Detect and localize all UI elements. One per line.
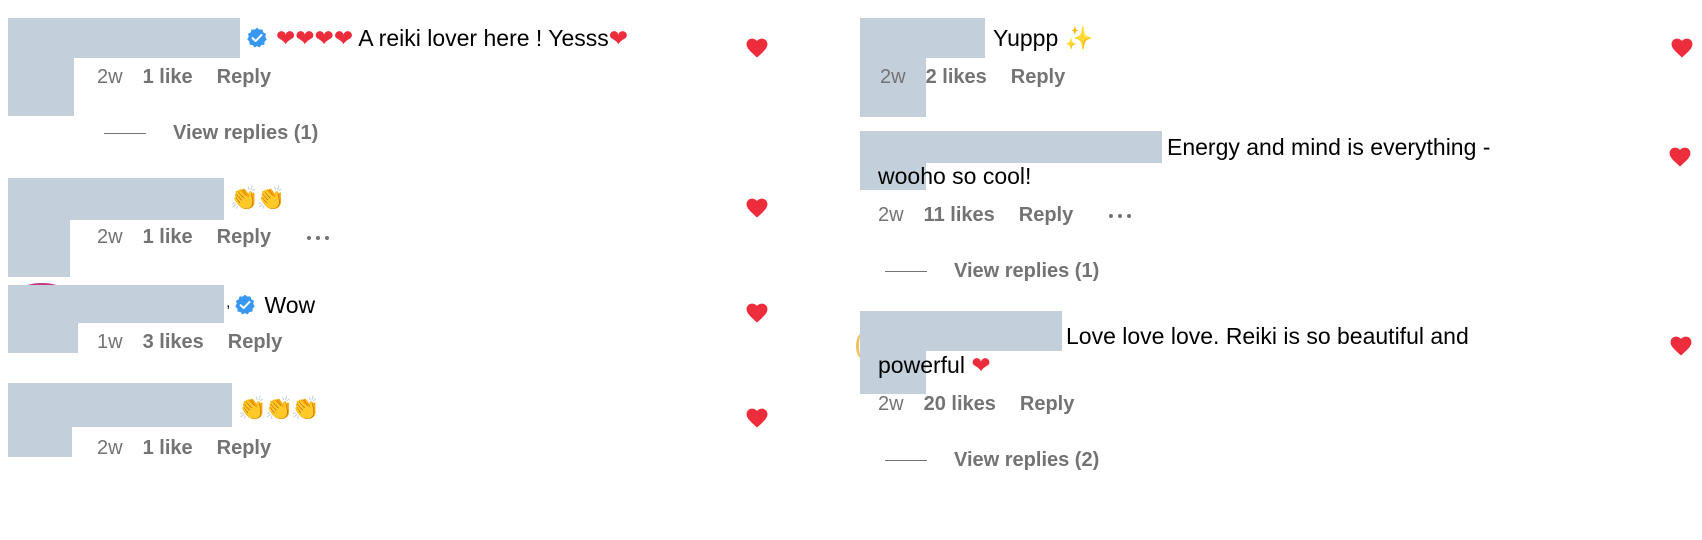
comment-timestamp: 2w (97, 437, 123, 459)
comment-item: Love love love. Reiki is so beautiful an… (856, 0, 1702, 490)
reply-button[interactable]: Reply (217, 437, 271, 460)
comment-meta: 2w 20 likes Reply (878, 393, 1110, 416)
heart-emoji: ❤ (971, 353, 991, 379)
divider-line (885, 460, 927, 461)
view-replies-label: View replies (2) (954, 449, 1100, 471)
comment-meta: 2w 1 like Reply (97, 437, 307, 460)
clapping-hands-emoji: 👏👏👏 (238, 396, 320, 422)
comment-text: Love love love. Reiki is so beautiful an… (1066, 320, 1469, 352)
likes-count[interactable]: 20 likes (924, 393, 996, 416)
redacted-username-avatar (8, 383, 232, 427)
redacted-username-avatar (860, 311, 1062, 351)
comments-column-left: ❤❤❤❤ A reiki lover here ! Yesss❤ 2w 1 li… (0, 0, 851, 540)
comment-timestamp: 2w (878, 393, 904, 415)
comment-text-continued: powerful ❤ (878, 349, 991, 382)
heart-icon[interactable] (1670, 336, 1692, 356)
comment-item: 👏👏👏 2w 1 like Reply (0, 0, 851, 480)
comment-body: powerful (878, 352, 965, 378)
likes-count[interactable]: 1 like (143, 437, 193, 460)
reply-button[interactable]: Reply (1020, 393, 1074, 416)
heart-icon[interactable] (746, 408, 768, 428)
comment-text: 👏👏👏 (238, 392, 320, 425)
comment-body: Love love love. Reiki is so beautiful an… (1066, 323, 1469, 349)
view-replies-button[interactable]: View replies (2) (885, 449, 1099, 472)
redacted-username-avatar (8, 425, 72, 457)
comments-column-right: Yuppp ✨ 2w 2 likes Reply Energy and mind… (856, 0, 1702, 540)
